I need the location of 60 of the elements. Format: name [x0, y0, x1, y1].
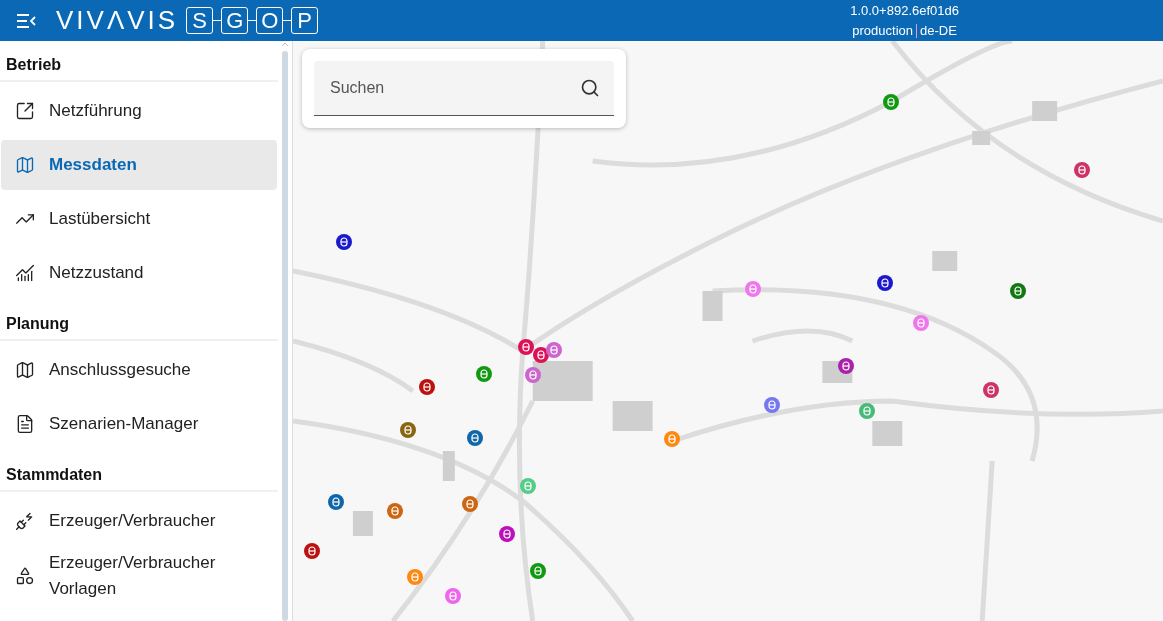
- nav-item[interactable]: Netzführung: [1, 86, 277, 136]
- plug-icon: [15, 511, 35, 531]
- marker-symbol-icon: [987, 385, 995, 395]
- document-icon: [15, 414, 35, 434]
- scrollbar-thumb[interactable]: [282, 51, 288, 621]
- logo-text: VIVΛVIS: [56, 4, 179, 37]
- search-field[interactable]: Suchen: [314, 61, 614, 116]
- marker-symbol-icon: [332, 497, 340, 507]
- chart-icon: [15, 263, 35, 283]
- external-link-icon: [15, 101, 35, 121]
- shapes-icon: [15, 566, 35, 586]
- marker-symbol-icon: [404, 425, 412, 435]
- logo-letter: G: [221, 7, 249, 34]
- marker-symbol-icon: [449, 591, 457, 601]
- marker-symbol-icon: [471, 433, 479, 443]
- logo-letter: O: [256, 7, 284, 34]
- marker-symbol-icon: [522, 342, 530, 352]
- marker-symbol-icon: [842, 361, 850, 371]
- marker-symbol-icon: [749, 284, 757, 294]
- section-heading: Stammdaten: [6, 466, 103, 483]
- marker-symbol-icon: [340, 237, 348, 247]
- marker-symbol-icon: [308, 546, 316, 556]
- logo-letter: P: [291, 7, 319, 34]
- section-heading: Planung: [6, 315, 70, 332]
- logo-letter: S: [186, 7, 214, 34]
- nav-item[interactable]: Anschlussgesuche: [1, 345, 277, 395]
- map-icon: [15, 155, 35, 175]
- marker-symbol-icon: [480, 369, 488, 379]
- marker-symbol-icon: [503, 529, 511, 539]
- marker-symbol-icon: [887, 97, 895, 107]
- marker-symbol-icon: [534, 566, 542, 576]
- search-icon[interactable]: [580, 78, 600, 98]
- nav-item[interactable]: Messdaten: [1, 140, 277, 190]
- marker-symbol-icon: [768, 400, 776, 410]
- locale-text: de-DE: [920, 21, 957, 40]
- marker-symbol-icon: [537, 350, 545, 360]
- menu-icon: [16, 13, 36, 28]
- nav-item[interactable]: Szenarien-Manager: [1, 399, 277, 449]
- marker-symbol-icon: [1078, 165, 1086, 175]
- nav-item[interactable]: Erzeuger/Verbraucher: [1, 496, 277, 546]
- marker-symbol-icon: [881, 278, 889, 288]
- marker-symbol-icon: [917, 318, 925, 328]
- section-heading: Betrieb: [6, 56, 62, 73]
- marker-symbol-icon: [391, 506, 399, 516]
- marker-symbol-icon: [529, 370, 537, 380]
- marker-symbol-icon: [863, 406, 871, 416]
- marker-symbol-icon: [411, 572, 419, 582]
- nav-item[interactable]: Lastübersicht: [1, 194, 277, 244]
- marker-symbol-icon: [423, 382, 431, 392]
- marker-symbol-icon: [550, 345, 558, 355]
- marker-symbol-icon: [524, 481, 532, 491]
- environment-text: production: [852, 21, 913, 40]
- nav-item[interactable]: Erzeuger/Verbraucher Vorlagen: [1, 550, 277, 602]
- map-icon: [15, 360, 35, 380]
- menu-collapse-button[interactable]: [16, 13, 36, 28]
- nav-item[interactable]: Netzzustand: [1, 248, 277, 298]
- marker-symbol-icon: [1014, 286, 1022, 296]
- marker-symbol-icon: [668, 434, 676, 444]
- marker-symbol-icon: [466, 499, 474, 509]
- version-text: 1.0.0+892.6ef01d6: [850, 1, 959, 20]
